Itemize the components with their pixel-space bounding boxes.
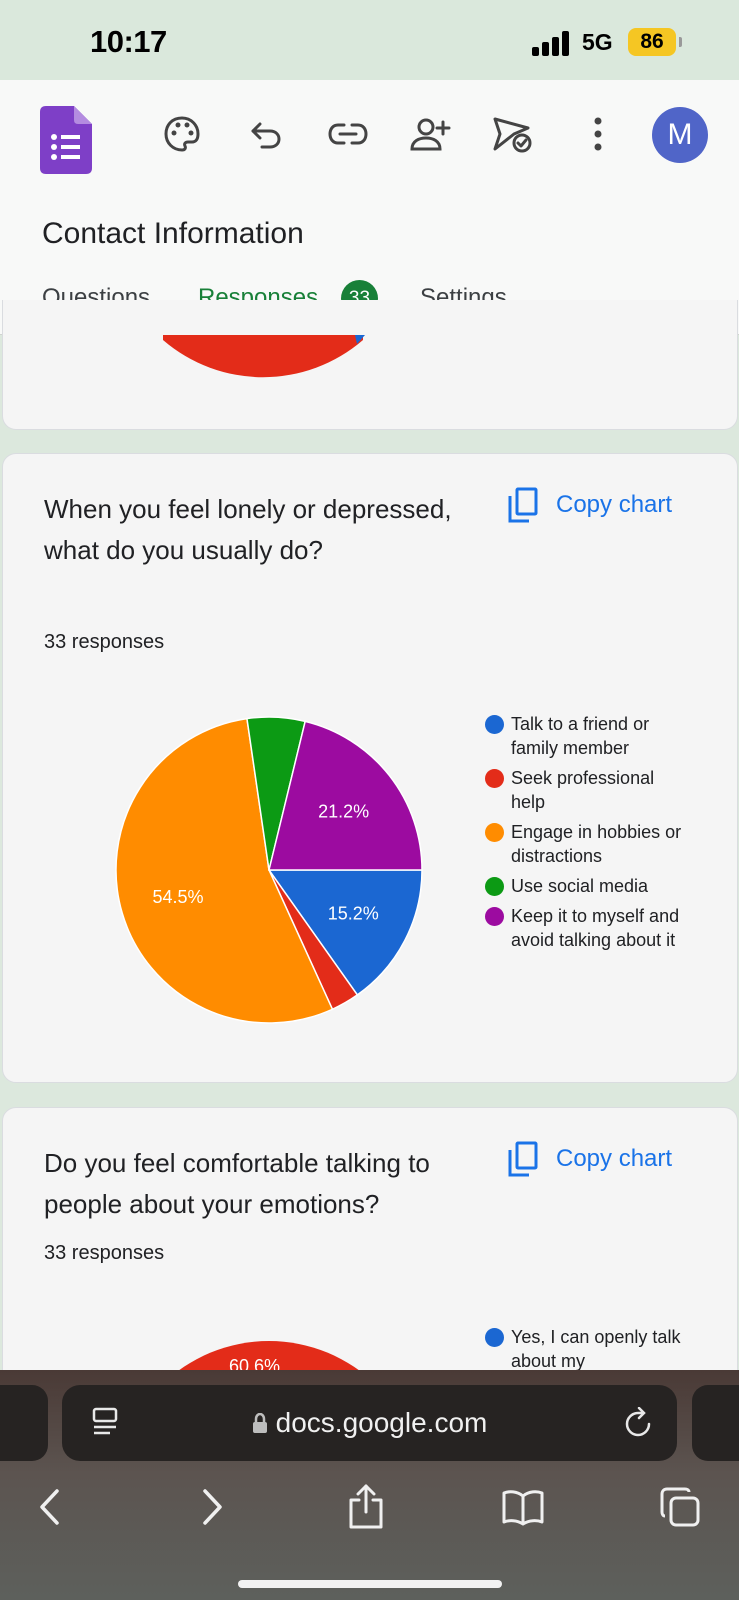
legend-label: Seek professional help	[511, 768, 655, 812]
next-tab-pill[interactable]	[692, 1385, 739, 1461]
reload-icon[interactable]	[624, 1407, 654, 1439]
previous-tab-pill[interactable]	[0, 1385, 48, 1461]
forward-icon[interactable]	[188, 1483, 236, 1531]
send-icon[interactable]	[491, 112, 535, 156]
legend-swatch	[485, 715, 504, 734]
legend-label: Engage in hobbies or distractions	[511, 822, 682, 866]
previous-pie-chart	[163, 335, 365, 378]
legend-swatch	[485, 877, 504, 896]
network-label: 5G	[582, 29, 613, 55]
legend-item-talk[interactable]: Talk to a friend or family member	[483, 712, 693, 760]
copy-chart-button[interactable]: Copy chart	[508, 1141, 672, 1177]
legend-item-social-media[interactable]: Use social media	[483, 874, 693, 898]
legend-label: Yes, I can openly talk about my	[511, 1327, 681, 1371]
legend-item-hobbies[interactable]: Engage in hobbies or distractions	[483, 820, 693, 868]
form-title: Contact Information	[42, 217, 304, 250]
pie-label: 54.5%	[152, 887, 203, 907]
pie-chart: 15.2% 54.5% 21.2%	[115, 716, 423, 1024]
legend-item-keep-to-myself[interactable]: Keep it to myself and avoid talking abou…	[483, 904, 693, 952]
link-icon[interactable]	[326, 112, 370, 156]
legend-swatch	[485, 1328, 504, 1347]
legend-swatch	[485, 907, 504, 926]
previous-question-card	[2, 300, 738, 430]
legend-swatch	[485, 769, 504, 788]
legend-item-professional[interactable]: Seek professional help	[483, 766, 693, 814]
url-text: docs.google.com	[275, 1407, 488, 1438]
address-bar[interactable]: docs.google.com	[62, 1385, 677, 1461]
add-collaborator-icon[interactable]	[408, 112, 452, 156]
legend-label: Use social media	[511, 876, 649, 896]
browser-toolbar: docs.google.com	[0, 1370, 739, 1600]
url-display: docs.google.com	[62, 1407, 677, 1439]
app-header: M Contact Information Questions Response…	[0, 80, 739, 335]
undo-icon[interactable]	[244, 112, 288, 156]
share-icon[interactable]	[342, 1483, 390, 1531]
status-time: 10:17	[90, 24, 167, 59]
chart-legend: Talk to a friend or family member Seek p…	[483, 712, 693, 958]
more-vert-icon[interactable]	[576, 112, 620, 156]
copy-chart-label: Copy chart	[556, 491, 673, 518]
copy-chart-button[interactable]: Copy chart	[508, 487, 672, 523]
pie-label: 21.2%	[318, 801, 369, 821]
question-card-comfortable: Do you feel comfortable talking to peopl…	[2, 1107, 738, 1407]
question-title: Do you feel comfortable talking to peopl…	[44, 1148, 430, 1219]
status-bar: 10:17 5G 86	[0, 0, 739, 80]
legend-item-yes[interactable]: Yes, I can openly talk about my	[483, 1325, 693, 1373]
question-title: When you feel lonely or depressed, what …	[44, 494, 452, 565]
pie-label: 15.2%	[328, 904, 379, 924]
legend-label: Talk to a friend or family member	[511, 714, 650, 758]
legend-label: Keep it to myself and avoid talking abou…	[511, 906, 680, 950]
signal-icon	[532, 30, 572, 56]
question-card-lonely: When you feel lonely or depressed, what …	[2, 453, 738, 1083]
copy-icon	[508, 1141, 538, 1177]
bookmarks-icon[interactable]	[499, 1483, 547, 1531]
forms-logo-icon[interactable]	[40, 106, 92, 174]
battery-nub	[679, 37, 682, 47]
response-count: 33 responses	[44, 1242, 165, 1264]
response-count: 33 responses	[44, 631, 165, 653]
legend-swatch	[485, 823, 504, 842]
copy-chart-label: Copy chart	[556, 1145, 673, 1172]
tabs-icon[interactable]	[656, 1483, 704, 1531]
battery-icon: 86	[628, 28, 676, 56]
lock-icon	[252, 1412, 267, 1433]
home-indicator	[238, 1580, 502, 1588]
copy-icon	[508, 487, 538, 523]
back-icon[interactable]	[26, 1483, 74, 1531]
account-avatar[interactable]: M	[652, 107, 708, 163]
palette-icon[interactable]	[160, 112, 204, 156]
